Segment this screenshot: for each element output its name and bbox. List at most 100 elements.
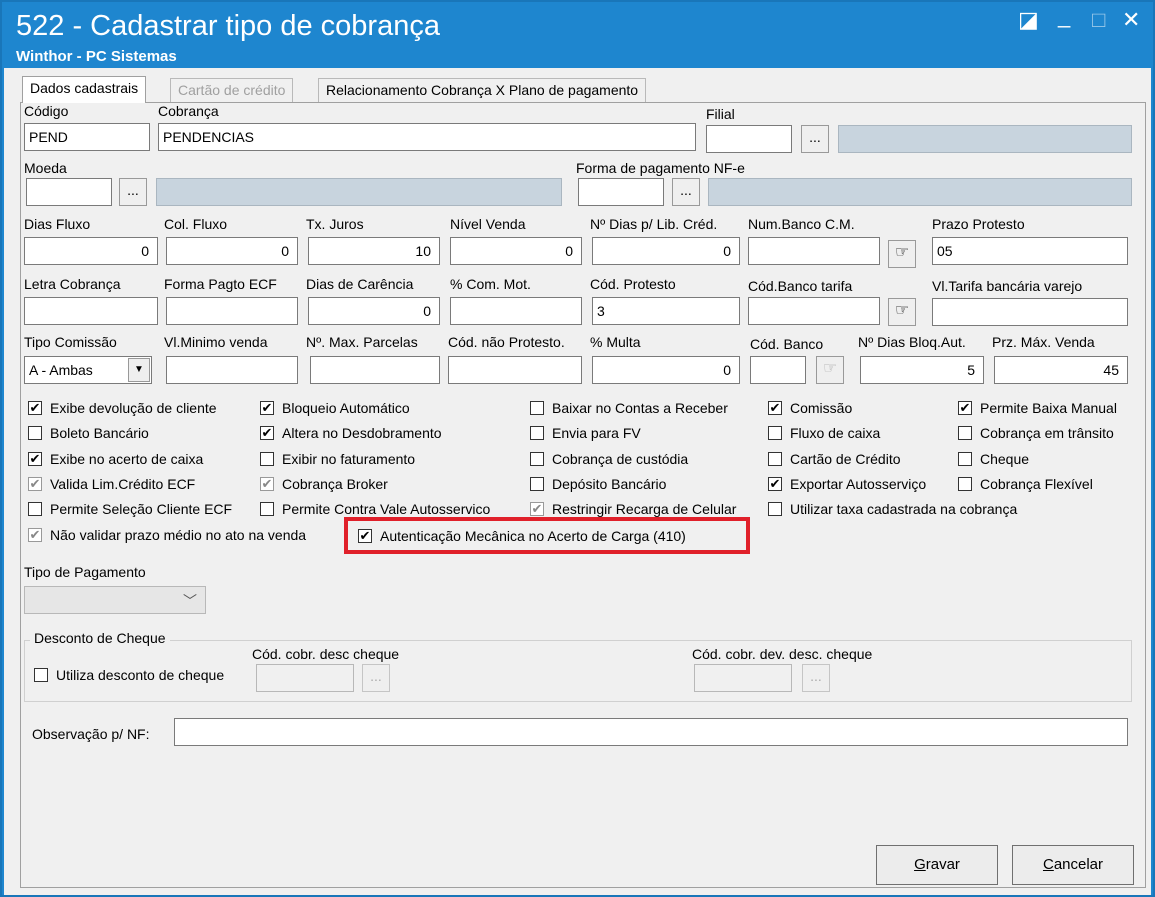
cod-protesto-input[interactable]: 3 [592,297,740,325]
forma-pag-nfe-input[interactable] [578,178,664,206]
checkbox-permite-selecao-cliente[interactable]: Permite Seleção Cliente ECF [28,501,232,517]
forma-pagto-ecf-input[interactable] [166,297,298,325]
cod-nao-protesto-input[interactable] [448,356,582,384]
checkbox-nao-validar-prazo[interactable]: ✔ Não validar prazo médio no ato na venda [28,527,306,543]
checkbox-exibe-acerto-caixa[interactable]: ✔ Exibe no acerto de caixa [28,451,203,467]
checkbox-restringir-recarga[interactable]: ✔ Restringir Recarga de Celular [530,501,736,517]
checkbox-cobranca-flexivel[interactable]: Cobrança Flexível [958,476,1093,492]
forma-pag-nfe-search-button[interactable]: ... [672,178,700,206]
cod-banco-input[interactable] [750,356,806,384]
checkbox-box[interactable]: ✔ [260,477,274,491]
col-fluxo-input[interactable]: 0 [166,237,298,265]
letra-cobranca-input[interactable] [24,297,158,325]
dias-lib-cred-input[interactable]: 0 [592,237,740,265]
checkbox-fluxo-caixa[interactable]: Fluxo de caixa [768,425,880,441]
tab-dados-cadastrais[interactable]: Dados cadastrais [22,76,147,103]
checkbox-cobranca-broker[interactable]: ✔ Cobrança Broker [260,476,388,492]
num-banco-cm-input[interactable] [748,237,880,265]
tipo-pagamento-select[interactable]: ﹀ [24,586,206,614]
nivel-venda-input[interactable]: 0 [450,237,582,265]
checkbox-valida-lim-credito[interactable]: ✔ Valida Lim.Crédito ECF [28,476,195,492]
observacao-input[interactable] [174,718,1128,746]
checkbox-exibir-faturamento[interactable]: Exibir no faturamento [260,451,415,467]
checkbox-box[interactable] [28,502,42,516]
checkbox-baixar-contas-receber[interactable]: Baixar no Contas a Receber [530,400,728,416]
checkbox-cobranca-transito[interactable]: Cobrança em trânsito [958,425,1114,441]
minimize-icon[interactable]: _ [1058,4,1070,28]
chevron-down-icon[interactable]: ▼ [128,358,150,382]
checkbox-box[interactable] [768,452,782,466]
checkbox-box[interactable]: ✔ [28,452,42,466]
dias-bloq-aut-input[interactable]: 5 [860,356,984,384]
multa-input[interactable]: 0 [592,356,740,384]
filial-input[interactable] [706,125,792,153]
max-parcelas-input[interactable] [310,356,440,384]
checkbox-boleto-bancario[interactable]: Boleto Bancário [28,425,149,441]
checkbox-exibe-devolucao[interactable]: ✔ Exibe devolução de cliente [28,400,217,416]
restore-icon[interactable]: ◪ [1018,8,1039,32]
cobranca-input[interactable]: PENDENCIAS [158,123,696,151]
checkbox-comissao[interactable]: ✔ Comissão [768,400,852,416]
maximize-icon[interactable]: □ [1092,8,1105,32]
checkbox-box[interactable]: ✔ [958,401,972,415]
codigo-input[interactable]: PEND [24,123,150,151]
dias-carencia-input[interactable]: 0 [308,297,440,325]
checkbox-box[interactable] [958,477,972,491]
checkbox-permite-baixa-manual[interactable]: ✔ Permite Baixa Manual [958,400,1117,416]
checkbox-box[interactable] [34,668,48,682]
checkbox-box[interactable]: ✔ [28,401,42,415]
cod-desc-cheque-search-button[interactable]: ... [362,664,390,692]
checkbox-box[interactable] [768,426,782,440]
com-mot-input[interactable] [450,297,582,325]
checkbox-box[interactable]: ✔ [530,502,544,516]
checkbox-altera-desdobramento[interactable]: ✔ Altera no Desdobramento [260,425,442,441]
cancelar-button[interactable]: Cancelar [1012,845,1134,885]
dias-fluxo-input[interactable]: 0 [24,237,158,265]
cod-banco-picker-icon[interactable]: ☞ [816,356,844,384]
cod-banco-tarifa-picker-icon[interactable]: ☞ [888,298,916,326]
checkbox-box[interactable]: ✔ [28,528,42,542]
checkbox-box[interactable]: ✔ [260,401,274,415]
checkbox-box[interactable] [768,502,782,516]
cod-dev-cheque-search-button[interactable]: ... [802,664,830,692]
checkbox-bloqueio-automatico[interactable]: ✔ Bloqueio Automático [260,400,410,416]
checkbox-box[interactable]: ✔ [260,426,274,440]
checkbox-box[interactable] [530,477,544,491]
num-banco-cm-picker-icon[interactable]: ☞ [888,240,916,268]
checkbox-box[interactable]: ✔ [768,401,782,415]
checkbox-box[interactable] [530,401,544,415]
close-icon[interactable]: ✕ [1122,8,1140,32]
cod-banco-tarifa-input[interactable] [748,297,880,325]
prazo-protesto-input[interactable]: 05 [932,237,1128,265]
checkbox-deposito-bancario[interactable]: Depósito Bancário [530,476,666,492]
moeda-input[interactable] [26,178,112,206]
checkbox-box[interactable] [28,426,42,440]
chevron-down-icon[interactable]: ﹀ [183,591,197,611]
checkbox-cartao-credito[interactable]: Cartão de Crédito [768,451,901,467]
checkbox-box[interactable] [958,452,972,466]
moeda-search-button[interactable]: ... [119,178,147,206]
checkbox-utilizar-taxa[interactable]: Utilizar taxa cadastrada na cobrança [768,501,1017,517]
checkbox-box[interactable] [530,426,544,440]
cod-dev-cheque-input[interactable] [694,664,792,692]
checkbox-box[interactable] [530,452,544,466]
checkbox-box[interactable] [260,502,274,516]
cod-desc-cheque-input[interactable] [256,664,354,692]
checkbox-box[interactable] [958,426,972,440]
checkbox-utiliza-desconto-cheque[interactable]: Utiliza desconto de cheque [34,667,224,683]
checkbox-box[interactable]: ✔ [28,477,42,491]
tx-juros-input[interactable]: 10 [308,237,440,265]
vl-minimo-venda-input[interactable] [166,356,298,384]
prz-max-venda-input[interactable]: 45 [994,356,1128,384]
checkbox-box[interactable] [260,452,274,466]
checkbox-cheque[interactable]: Cheque [958,451,1029,467]
checkbox-cobranca-custodia[interactable]: Cobrança de custódia [530,451,688,467]
gravar-button[interactable]: Gravar [876,845,998,885]
tab-relacionamento[interactable]: Relacionamento Cobrança X Plano de pagam… [318,78,647,102]
tab-cartao-credito[interactable]: Cartão de crédito [170,78,294,102]
filial-search-button[interactable]: ... [801,125,829,153]
vl-tarifa-varejo-input[interactable] [932,298,1128,326]
checkbox-envia-fv[interactable]: Envia para FV [530,425,641,441]
checkbox-contra-vale[interactable]: Permite Contra Vale Autosservico [260,501,490,517]
checkbox-box[interactable]: ✔ [768,477,782,491]
